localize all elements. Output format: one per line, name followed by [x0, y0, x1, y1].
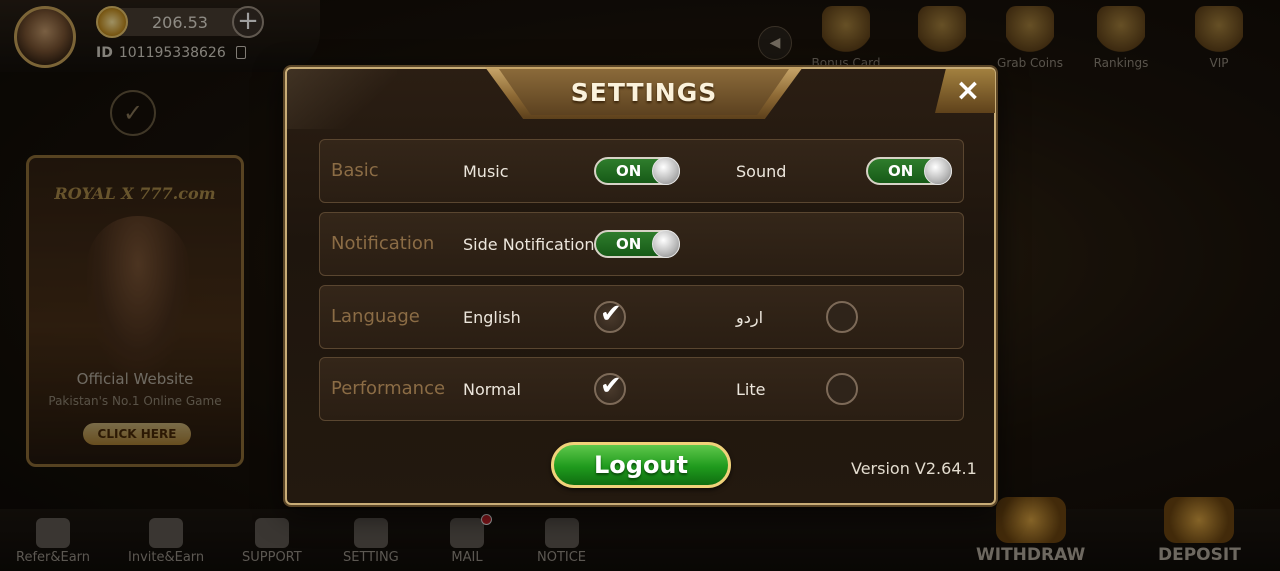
row-label-notification: Notification [331, 233, 435, 254]
checkmark-icon: ✔ [600, 371, 622, 401]
performance-option-normal-label: Normal [463, 380, 521, 399]
settings-row-basic: Basic Music ON Sound ON [319, 139, 964, 203]
settings-row-performance: Performance Normal ✔ Lite [319, 357, 964, 421]
close-icon[interactable]: × [953, 73, 983, 109]
side-notification-toggle[interactable]: ON [594, 230, 680, 258]
side-notification-label: Side Notification [463, 235, 595, 254]
row-label-language: Language [331, 306, 420, 327]
language-option-english-label: English [463, 308, 521, 327]
checkmark-icon: ✔ [600, 299, 622, 329]
settings-row-notification: Notification Side Notification ON [319, 212, 964, 276]
sound-label: Sound [736, 162, 787, 181]
row-label-performance: Performance [331, 378, 446, 399]
settings-row-language: Language English ✔ اردو [319, 285, 964, 349]
performance-lite-radio[interactable] [826, 373, 858, 405]
settings-dialog: SETTINGS × Basic Music ON Sound ON Notif… [285, 67, 996, 505]
language-option-urdu-label: اردو [736, 308, 764, 327]
language-english-radio[interactable]: ✔ [594, 299, 626, 333]
logout-label: Logout [593, 451, 688, 479]
performance-normal-radio[interactable]: ✔ [594, 371, 626, 405]
language-urdu-radio[interactable] [826, 301, 858, 333]
logout-button[interactable]: Logout [551, 442, 731, 488]
toggle-knob [652, 157, 680, 185]
sound-toggle[interactable]: ON [866, 157, 952, 185]
row-label-basic: Basic [331, 160, 379, 181]
music-toggle-state: ON [616, 162, 642, 180]
dialog-title: SETTINGS [570, 78, 718, 107]
toggle-knob [924, 157, 952, 185]
music-toggle[interactable]: ON [594, 157, 680, 185]
side-notification-state: ON [616, 235, 642, 253]
version-text: Version V2.64.1 [851, 459, 977, 478]
performance-option-lite-label: Lite [736, 380, 766, 399]
sound-toggle-state: ON [888, 162, 914, 180]
toggle-knob [652, 230, 680, 258]
music-label: Music [463, 162, 509, 181]
